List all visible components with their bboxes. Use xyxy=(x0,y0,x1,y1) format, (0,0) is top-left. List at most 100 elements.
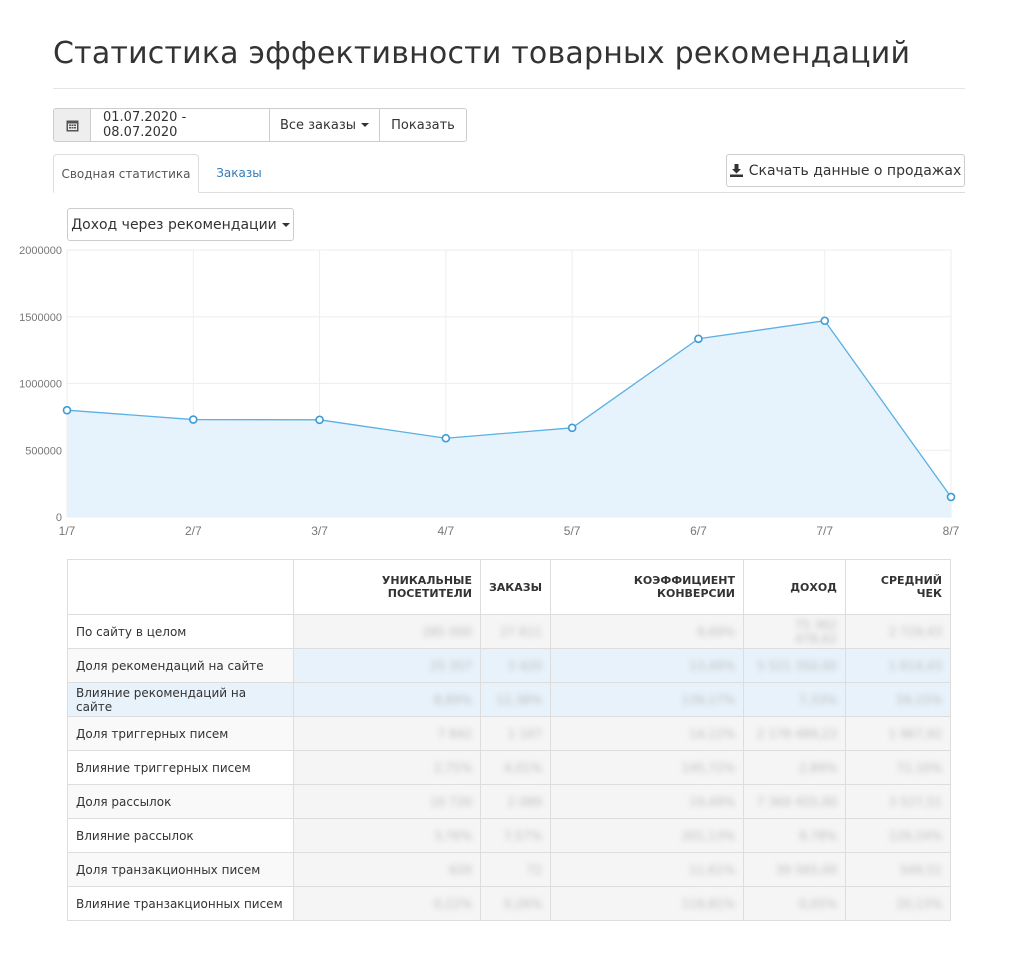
table-cell: 9,69% xyxy=(550,614,744,649)
table-cell: 27 611 xyxy=(479,614,552,649)
revenue-chart: 2000000 1500000 1000000 500000 01/7 2/7 3/7 4/7… xyxy=(19,245,959,538)
table-row: Влияние рекомендаций на сайте 8,89% 12,38%… xyxy=(67,682,952,717)
date-range-value: 01.07.2020 - 08.07.2020 xyxy=(103,110,187,140)
table-row: Доля триггерных писем 7 842 1 107 14,12% 2 1… xyxy=(67,716,952,751)
x-tick-label: 7/7 xyxy=(816,524,833,538)
cell-value: 11,61% xyxy=(689,862,735,877)
cell-value: 72,10% xyxy=(896,760,942,775)
cell-value: 3 420 xyxy=(507,658,543,673)
table-cell: 20,13% xyxy=(844,886,952,921)
cell-value: 285 000 xyxy=(422,624,472,639)
orders-filter-dropdown[interactable]: Все заказы xyxy=(269,108,380,142)
cell-value: 59,15% xyxy=(896,692,942,707)
table-cell: 59,15% xyxy=(844,682,952,717)
cell-value: 129,24% xyxy=(888,828,942,843)
download-label: Скачать данные о продажах xyxy=(748,162,962,179)
cell-value: 25 357 xyxy=(429,658,472,673)
col-header-conversion: Коэффициент конверсии xyxy=(550,559,744,615)
data-point xyxy=(946,492,956,502)
table-cell: 3,76% xyxy=(292,818,481,853)
y-tick-label: 1000000 xyxy=(19,379,62,391)
metric-dropdown[interactable]: Доход через рекомендации xyxy=(67,208,294,241)
table-cell: 2,89% xyxy=(743,750,846,785)
table-cell: 7,57% xyxy=(479,818,552,853)
cell-value: 201,13% xyxy=(681,828,735,843)
cell-value: 4,01% xyxy=(503,760,543,775)
cell-value: 9,69% xyxy=(696,624,735,639)
table-cell: 7,33% xyxy=(743,682,846,717)
series-area xyxy=(67,320,951,517)
cell-value: 5 521 350,00 xyxy=(756,658,837,673)
show-button[interactable]: Показать xyxy=(379,108,467,142)
table-cell: 25 357 xyxy=(292,648,481,683)
table-cell: 119,81% xyxy=(550,886,744,921)
table-cell: 10 720 xyxy=(292,784,481,819)
y-tick-label: 500000 xyxy=(25,445,62,457)
row-label: Доля рассылок xyxy=(67,784,294,819)
data-point xyxy=(62,405,72,415)
caret-down-icon xyxy=(361,123,370,127)
col-header-visitors: Уникальные посетители xyxy=(292,559,481,615)
caret-down-icon xyxy=(281,222,290,227)
cell-value: 2 089 xyxy=(507,794,543,809)
table-cell: 285 000 xyxy=(292,614,481,649)
x-tick-label: 4/7 xyxy=(438,524,455,538)
data-point xyxy=(188,415,198,424)
table-row: Влияние транзакционных писем 0,22% 0,26% 11… xyxy=(67,886,952,921)
title-divider xyxy=(53,88,965,89)
col-header-avg-check: Средний чек xyxy=(844,559,952,615)
cell-value: 139,17% xyxy=(681,692,735,707)
date-range-field[interactable]: 01.07.2020 - 08.07.2020 xyxy=(90,108,270,142)
table-cell: 7 369 455,00 xyxy=(743,784,846,819)
table-cell: 129,24% xyxy=(844,818,952,853)
table-cell: 8,89% xyxy=(292,682,481,717)
table-cell: 9,78% xyxy=(743,818,846,853)
row-label: Влияние рассылок xyxy=(67,818,294,853)
data-point xyxy=(567,423,577,433)
table-cell: 39 565,00 xyxy=(743,852,846,887)
download-icon xyxy=(729,164,743,177)
table-cell: 14,12% xyxy=(550,716,744,751)
tab-orders[interactable]: Заказы xyxy=(203,154,275,192)
download-sales-button[interactable]: Скачать данные о продажах xyxy=(726,154,965,187)
table-cell: 620 xyxy=(292,852,481,887)
row-label: По сайту в целом xyxy=(67,614,294,649)
cell-value: 145,72% xyxy=(681,760,735,775)
col-header xyxy=(67,559,294,615)
cell-value: 0,26% xyxy=(503,896,543,911)
cell-value: 1 614,43 xyxy=(888,658,942,673)
cell-value: 27 611 xyxy=(500,624,543,639)
table-cell: 1 614,43 xyxy=(844,648,952,683)
table-cell: 2 089 xyxy=(479,784,552,819)
cell-value: 0,22% xyxy=(433,896,472,911)
cell-value: 549,51 xyxy=(900,862,942,877)
table-cell: 11,61% xyxy=(550,852,744,887)
cell-value: 10 720 xyxy=(429,794,472,809)
table-cell: 3 527,51 xyxy=(844,784,952,819)
filter-bar: 01.07.2020 - 08.07.2020 Все заказы Показ… xyxy=(53,108,467,142)
table-cell: 2 729,43 xyxy=(844,614,952,649)
x-tick-label: 5/7 xyxy=(564,524,581,538)
cell-value: 2,75% xyxy=(433,760,472,775)
table-cell: 3 420 xyxy=(479,648,552,683)
cell-value: 13,49% xyxy=(689,658,735,673)
calendar-icon[interactable] xyxy=(53,108,91,142)
cell-value: 12,38% xyxy=(496,692,543,707)
row-label: Влияние транзакционных писем xyxy=(67,886,294,921)
table-cell: 4,01% xyxy=(479,750,552,785)
y-tick-label: 1500000 xyxy=(19,312,62,324)
cell-value: 14,12% xyxy=(689,726,735,741)
table-cell: 549,51 xyxy=(844,852,952,887)
table-cell: 2,75% xyxy=(292,750,481,785)
table-cell: 19,49% xyxy=(550,784,744,819)
cell-value: 7,57% xyxy=(503,828,543,843)
table-row: Доля транзакционных писем 620 72 11,61% 39 5… xyxy=(67,852,952,887)
x-tick-label: 3/7 xyxy=(311,524,328,538)
cell-value: 2,89% xyxy=(798,760,837,775)
cell-value: 119,81% xyxy=(681,896,735,911)
tab-summary[interactable]: Сводная статистика xyxy=(53,154,199,193)
cell-value: 75 362 478,62 xyxy=(794,617,837,646)
table-cell: 72 xyxy=(479,852,552,887)
cell-value: 0,05% xyxy=(798,896,837,911)
cell-value: 7,33% xyxy=(798,692,837,707)
